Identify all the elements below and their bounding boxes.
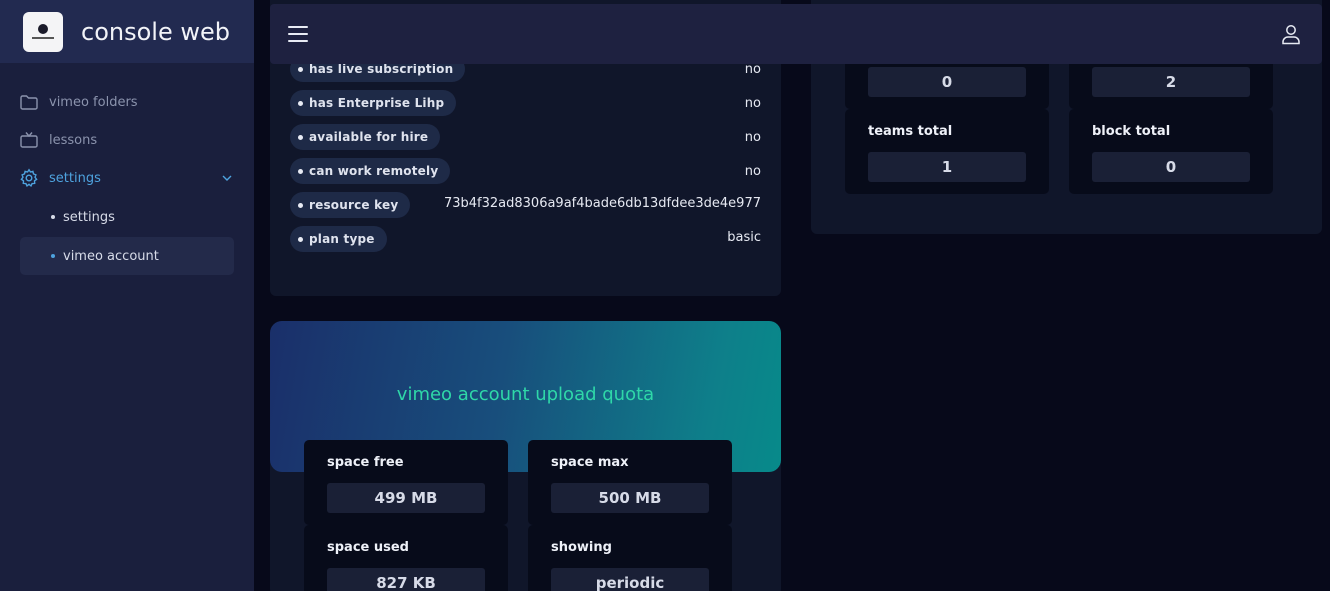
info-value: basic xyxy=(727,230,761,245)
gear-icon xyxy=(20,168,38,187)
tv-icon xyxy=(20,132,38,148)
sidebar-nav: vimeo folders lessons settings settings … xyxy=(0,63,254,275)
sidebar-item-label: vimeo folders xyxy=(49,94,138,110)
app-logo[interactable] xyxy=(23,11,63,52)
info-key-badge: plan type xyxy=(290,226,387,252)
stat-box: block total 0 xyxy=(1069,109,1273,194)
stat-box-space-max: space max 500 MB xyxy=(528,440,732,525)
info-row: available for hire no xyxy=(290,124,761,150)
app-title: console web xyxy=(81,17,230,46)
sidebar-item-vimeo-folders[interactable]: vimeo folders xyxy=(0,83,254,121)
stat-box: teams total 1 xyxy=(845,109,1049,194)
stat-box-space-used: space used 827 KB xyxy=(304,525,508,591)
upload-quota-card: vimeo account upload quota space free 49… xyxy=(270,321,781,591)
sidebar-subitem-settings[interactable]: settings xyxy=(20,198,234,236)
top-header xyxy=(270,4,1322,64)
info-row: resource key 73b4f32ad8306a9af4bade6db13… xyxy=(290,192,761,218)
stat-value: 0 xyxy=(1092,152,1250,182)
sidebar-subitem-label: settings xyxy=(63,209,115,225)
stat-label: teams total xyxy=(868,124,953,139)
stat-label: showing xyxy=(551,540,612,555)
stat-value: 0 xyxy=(868,67,1026,97)
info-row: can work remotely no xyxy=(290,158,761,184)
sidebar-item-lessons[interactable]: lessons xyxy=(0,121,254,159)
stat-box-showing: showing periodic xyxy=(528,525,732,591)
info-key-badge: available for hire xyxy=(290,124,441,150)
stat-value: 500 MB xyxy=(551,483,709,513)
info-value: no xyxy=(744,95,761,111)
quota-title: vimeo account upload quota xyxy=(396,384,655,405)
sidebar-item-settings[interactable]: settings xyxy=(0,159,254,197)
sidebar-item-label: lessons xyxy=(49,132,98,148)
stat-label: space free xyxy=(327,455,404,470)
menu-icon[interactable] xyxy=(288,26,308,42)
brand-header: console web xyxy=(0,0,254,63)
info-row: has Enterprise Lihp no xyxy=(290,90,761,116)
info-key-badge: has Enterprise Lihp xyxy=(290,90,457,116)
stat-label: space max xyxy=(551,455,629,470)
info-value: 73b4f32ad8306a9af4bade6db13dfdee3de4e977 xyxy=(443,196,761,211)
info-key-badge: can work remotely xyxy=(290,158,451,184)
stat-value: periodic xyxy=(551,568,709,591)
stat-value: 1 xyxy=(868,152,1026,182)
sidebar-item-label: settings xyxy=(49,170,101,186)
info-key-badge: resource key xyxy=(290,192,411,218)
info-value: no xyxy=(744,163,761,179)
folder-icon xyxy=(20,95,38,110)
user-icon[interactable] xyxy=(1280,23,1302,45)
chevron-down-icon[interactable] xyxy=(220,171,234,185)
sidebar-subitem-vimeo-account[interactable]: vimeo account xyxy=(20,237,234,275)
stat-value: 2 xyxy=(1092,67,1250,97)
info-row: plan type basic xyxy=(290,226,761,252)
info-value: no xyxy=(744,129,761,145)
stat-label: block total xyxy=(1092,124,1171,139)
stat-box-space-free: space free 499 MB xyxy=(304,440,508,525)
stat-value: 499 MB xyxy=(327,483,485,513)
sidebar-subitem-label: vimeo account xyxy=(63,248,159,264)
sidebar: console web vimeo folders lessons settin… xyxy=(0,0,254,591)
stat-value: 827 KB xyxy=(327,568,485,591)
stat-label: space used xyxy=(327,540,409,555)
